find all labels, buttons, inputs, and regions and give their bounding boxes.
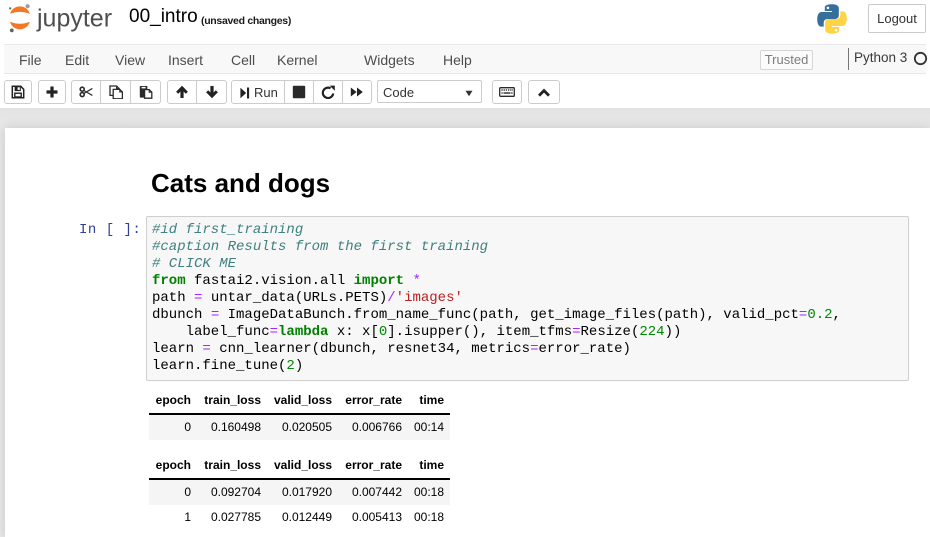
svg-text:jupyter: jupyter [36, 5, 112, 33]
